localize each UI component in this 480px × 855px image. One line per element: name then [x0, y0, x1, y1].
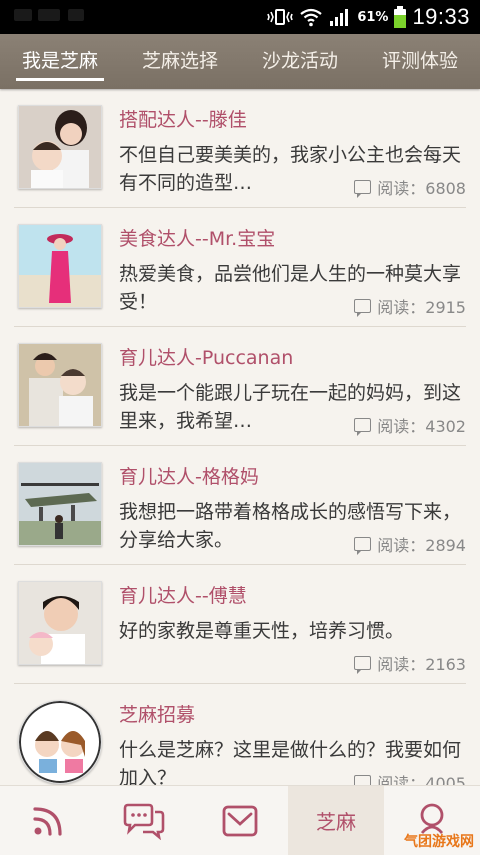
comment-icon: [354, 299, 372, 317]
article-list: 搭配达人--滕佳 不但自己要美美的，我家小公主也会每天有不同的造型… 阅读：68…: [0, 89, 480, 785]
avatar: [18, 462, 102, 546]
list-item[interactable]: 芝麻招募 什么是芝麻？这里是做什么的？我要如何加入？ 阅读：4005: [14, 684, 466, 785]
comment-icon: [354, 537, 372, 555]
comment-icon: [354, 418, 372, 436]
read-count: 阅读：2894: [350, 532, 466, 556]
list-item[interactable]: 育儿达人-Puccanan 我是一个能跟儿子玩在一起的妈妈，到这里来，我希望… …: [14, 327, 466, 446]
author-name: 搭配达人--滕佳: [119, 109, 247, 131]
avatar: [18, 224, 102, 308]
author-name: 育儿达人-格格妈: [119, 466, 259, 488]
author-name: 芝麻招募: [119, 704, 196, 726]
author-name: 美食达人--Mr.宝宝: [119, 228, 276, 250]
bottom-nav: 芝麻 气团游戏网: [0, 785, 480, 855]
read-count: 阅读：4302: [350, 413, 466, 437]
list-item[interactable]: 搭配达人--滕佳 不但自己要美美的，我家小公主也会每天有不同的造型… 阅读：68…: [14, 89, 466, 208]
notification-icons: [14, 9, 102, 21]
nav-chat-button[interactable]: [96, 786, 192, 855]
chat-icon: [123, 803, 165, 840]
wifi-icon: [300, 8, 322, 27]
tab-about-zhima[interactable]: 我是芝麻: [0, 34, 120, 89]
comment-icon: [354, 180, 372, 198]
status-bar: 61% 19:33: [0, 0, 480, 34]
avatar: [18, 700, 102, 784]
comment-icon: [354, 775, 372, 785]
read-count: 阅读：4005: [350, 770, 466, 785]
author-name: 育儿达人--傅慧: [119, 585, 247, 607]
clock: 19:33: [412, 4, 470, 29]
list-item[interactable]: 育儿达人-格格妈 我想把一路带着格格成长的感悟写下来，分享给大家。 阅读：289…: [14, 446, 466, 565]
nav-zhima-label: 芝麻: [316, 810, 356, 834]
author-name: 育儿达人-Puccanan: [119, 347, 294, 369]
battery-percent: 61%: [357, 9, 389, 25]
battery-icon: [394, 6, 407, 28]
nav-search-button[interactable]: 气团游戏网: [384, 786, 480, 855]
tab-zhima-selection[interactable]: 芝麻选择: [120, 34, 240, 89]
article-summary: 好的家教是尊重天性，培养习惯。: [119, 620, 405, 642]
mail-icon: [222, 805, 258, 836]
nav-feed-button[interactable]: [0, 786, 96, 855]
nav-mail-button[interactable]: [192, 786, 288, 855]
tab-reviews[interactable]: 评测体验: [360, 34, 480, 89]
rss-icon: [33, 806, 62, 836]
avatar: [18, 343, 102, 427]
vibrate-icon: [267, 9, 294, 25]
tab-bar: 我是芝麻 芝麻选择 沙龙活动 评测体验: [0, 34, 480, 89]
avatar: [18, 105, 102, 189]
tab-salon-events[interactable]: 沙龙活动: [240, 34, 360, 89]
watermark: 气团游戏网: [404, 834, 474, 850]
avatar: [18, 581, 102, 665]
list-item[interactable]: 美食达人--Mr.宝宝 热爱美食，品尝他们是人生的一种莫大享受！ 阅读：2915: [14, 208, 466, 327]
signal-icon: [330, 9, 349, 26]
list-item[interactable]: 育儿达人--傅慧 好的家教是尊重天性，培养习惯。 阅读：2163: [14, 565, 466, 684]
read-count: 阅读：6808: [350, 175, 466, 199]
nav-zhima-button[interactable]: 芝麻: [288, 786, 384, 855]
read-count: 阅读：2163: [350, 651, 466, 675]
read-count: 阅读：2915: [350, 294, 466, 318]
comment-icon: [354, 656, 372, 674]
